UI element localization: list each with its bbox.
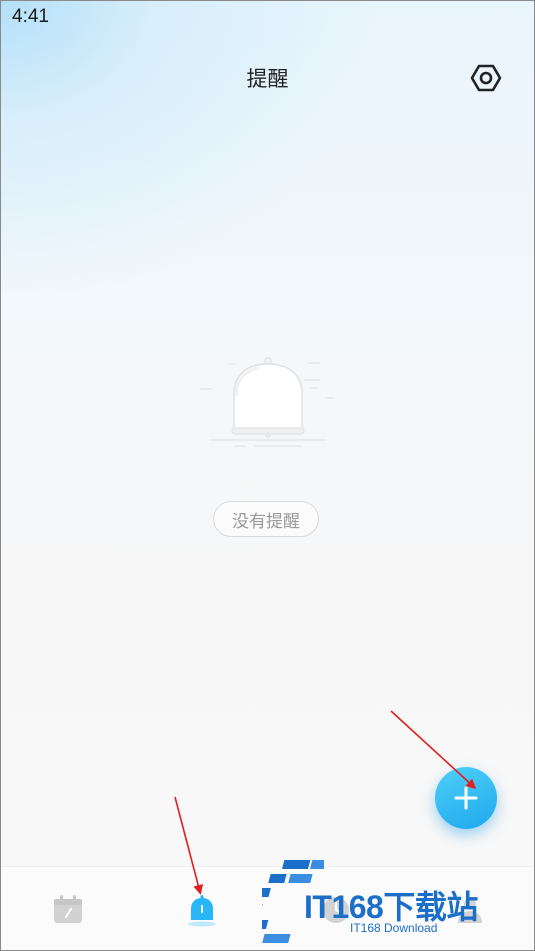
plus-icon: [454, 786, 478, 810]
status-bar-time: 4:41: [12, 6, 49, 27]
gear-icon: [470, 64, 502, 92]
settings-button[interactable]: [470, 62, 502, 94]
watermark: IT168下载站 IT168 Download: [262, 854, 532, 946]
watermark-subtitle: IT168 Download: [350, 921, 438, 935]
tab-calendar[interactable]: [51, 893, 85, 927]
bell-icon: [199, 357, 335, 447]
page-title: 提醒: [246, 67, 289, 91]
empty-state-illustration: [196, 352, 340, 456]
empty-state-label: 没有提醒: [213, 501, 319, 537]
calendar-icon: [54, 895, 82, 923]
add-reminder-button[interactable]: [435, 767, 497, 829]
tab-reminder[interactable]: [185, 893, 219, 927]
bell-icon: [188, 895, 216, 927]
